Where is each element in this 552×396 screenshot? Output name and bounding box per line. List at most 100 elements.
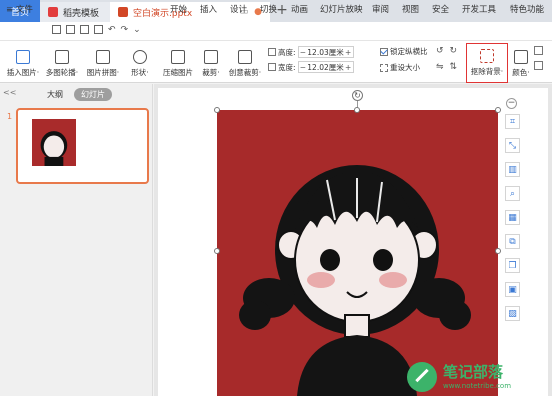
undo-icon[interactable]: ↶ xyxy=(108,25,116,35)
menu-item-3[interactable]: 切换 xyxy=(260,3,277,15)
picture-float-toolbar: ⌗ ⤡ ▥ ⌕ ▦ ⧉ ❐ ▣ ▨ xyxy=(505,114,525,330)
menu-item-9[interactable]: 开发工具 xyxy=(462,3,496,15)
effects-side-icon[interactable]: ▣ xyxy=(505,282,520,297)
slide-thumbnail[interactable] xyxy=(16,108,149,184)
flip-vertical-icon[interactable]: ⇅ xyxy=(450,62,458,72)
creative-crop-button[interactable]: 创意裁剪· xyxy=(226,43,264,85)
shape-button[interactable]: 形状· xyxy=(126,43,154,85)
zoom-side-icon[interactable]: ⌕ xyxy=(505,186,520,201)
insert-picture-label: 插入图片· xyxy=(6,68,40,77)
print-icon[interactable] xyxy=(80,25,89,34)
reset-size-button[interactable]: 重设大小 xyxy=(380,62,420,73)
resize-handle-t[interactable] xyxy=(354,107,360,113)
resize-handle-tl[interactable] xyxy=(214,107,220,113)
color-button[interactable]: 颜色· xyxy=(510,43,532,85)
resize-handle-l[interactable] xyxy=(214,248,220,254)
collapse-pane-button[interactable]: << xyxy=(3,88,16,97)
rotate-right-icon[interactable]: ↻ xyxy=(450,46,458,56)
watermark-url: www.notetribe.com xyxy=(443,382,512,390)
compress-picture-button[interactable]: 压缩图片 xyxy=(160,43,196,85)
height-value[interactable]: 12.03厘米 xyxy=(307,47,343,58)
border-side-icon[interactable]: ▨ xyxy=(505,306,520,321)
copy-side-icon[interactable]: ❐ xyxy=(505,258,520,273)
layout-side-icon[interactable]: ▥ xyxy=(505,162,520,177)
height-row: 高度: − 12.03厘米 + xyxy=(268,46,354,58)
menu-file[interactable]: ≡ 文件 xyxy=(6,3,33,15)
tab-template[interactable]: 稻壳模板 xyxy=(40,2,110,22)
height-decrement-button[interactable]: − xyxy=(299,48,308,57)
menu-item-5[interactable]: 幻灯片放映 xyxy=(320,3,363,15)
remove-background-button[interactable]: 抠除背景· xyxy=(466,43,508,83)
effect-icon[interactable] xyxy=(534,46,543,55)
lock-ratio-check-icon[interactable] xyxy=(380,47,388,56)
thumbnail-picture xyxy=(32,119,76,166)
slide-number: 1 xyxy=(7,112,13,121)
flip-tools: ⇋ ⇅ xyxy=(436,62,457,72)
watermark-logo-icon xyxy=(407,362,437,392)
collapse-toolbar-icon[interactable]: − xyxy=(506,98,517,109)
width-row: 宽度: − 12.02厘米 + xyxy=(268,61,354,73)
width-decrement-button[interactable]: − xyxy=(299,63,308,72)
resize-handle-r[interactable] xyxy=(495,248,501,254)
width-icon xyxy=(268,63,276,71)
color-icon xyxy=(514,50,528,64)
picture-collage-label: 图片拼图· xyxy=(86,68,120,77)
width-label: 宽度: xyxy=(278,62,296,72)
rotate-left-icon[interactable]: ↺ xyxy=(436,46,444,56)
crop-icon xyxy=(204,50,218,64)
more-tools xyxy=(534,46,543,70)
menu-item-7[interactable]: 视图 xyxy=(402,3,419,15)
border-icon[interactable] xyxy=(534,61,543,70)
color-label: 颜色· xyxy=(512,68,530,77)
remove-background-label: 抠除背景· xyxy=(470,67,504,76)
width-stepper[interactable]: − 12.02厘米 + xyxy=(297,61,354,73)
menu-item-0[interactable]: 开始 xyxy=(170,3,187,15)
reset-size-label: 重设大小 xyxy=(390,63,420,72)
crop-side-icon[interactable]: ⌗ xyxy=(505,114,520,129)
preview-icon[interactable] xyxy=(94,25,103,34)
collage-icon xyxy=(96,50,110,64)
tab-slides[interactable]: 幻灯片 xyxy=(74,88,112,101)
flip-horizontal-icon[interactable]: ⇋ xyxy=(436,62,444,72)
quick-access-toolbar: ↶ ↷ ⌄ xyxy=(52,25,141,35)
height-label: 高度: xyxy=(278,47,296,57)
tab-outline[interactable]: 大纲 xyxy=(40,88,70,101)
save-icon[interactable] xyxy=(52,25,61,34)
insert-picture-button[interactable]: 插入图片· xyxy=(4,43,42,85)
pptx-icon xyxy=(118,7,128,17)
picture-icon xyxy=(16,50,30,64)
chevron-down-icon[interactable]: ⌄ xyxy=(133,25,141,35)
lock-ratio-checkbox[interactable]: 锁定纵横比 xyxy=(380,46,428,57)
export-icon[interactable] xyxy=(66,25,75,34)
width-increment-button[interactable]: + xyxy=(344,63,353,72)
watermark: 笔记部落 www.notetribe.com xyxy=(385,352,552,396)
width-value[interactable]: 12.02厘米 xyxy=(307,62,343,73)
height-increment-button[interactable]: + xyxy=(344,48,353,57)
lock-ratio-label: 锁定纵横比 xyxy=(390,47,428,56)
reset-size-icon xyxy=(380,63,388,72)
menu-item-2[interactable]: 设计 xyxy=(230,3,247,15)
shape-icon xyxy=(133,50,147,64)
menu-item-1[interactable]: 插入 xyxy=(200,3,217,15)
crop-button[interactable]: 裁剪· xyxy=(198,43,224,85)
menu-item-4[interactable]: 动画 xyxy=(291,3,308,15)
rotate-handle-icon[interactable]: ↻ xyxy=(352,90,363,101)
replace-side-icon[interactable]: ⧉ xyxy=(505,234,520,249)
daoke-icon xyxy=(48,7,58,17)
tab-template-label: 稻壳模板 xyxy=(63,8,100,19)
picture-collage-button[interactable]: 图片拼图· xyxy=(83,43,123,85)
height-stepper[interactable]: − 12.03厘米 + xyxy=(297,46,354,58)
menu-item-10[interactable]: 特色功能 xyxy=(510,3,544,15)
multi-outline-button[interactable]: 多图轮播· xyxy=(42,43,82,85)
menu-item-8[interactable]: 安全 xyxy=(432,3,449,15)
creative-crop-icon xyxy=(238,50,252,64)
compress-picture-label: 压缩图片 xyxy=(163,68,193,77)
remove-bg-side-icon[interactable]: ⤡ xyxy=(505,138,520,153)
grid-side-icon[interactable]: ▦ xyxy=(505,210,520,225)
menu-item-6[interactable]: 审阅 xyxy=(372,3,389,15)
rotate-tools: ↺ ↻ xyxy=(436,46,457,56)
redo-icon[interactable]: ↷ xyxy=(121,25,129,35)
resize-handle-tr[interactable] xyxy=(495,107,501,113)
pane-tabs: 大纲 幻灯片 xyxy=(40,88,116,101)
carousel-icon xyxy=(55,50,69,64)
